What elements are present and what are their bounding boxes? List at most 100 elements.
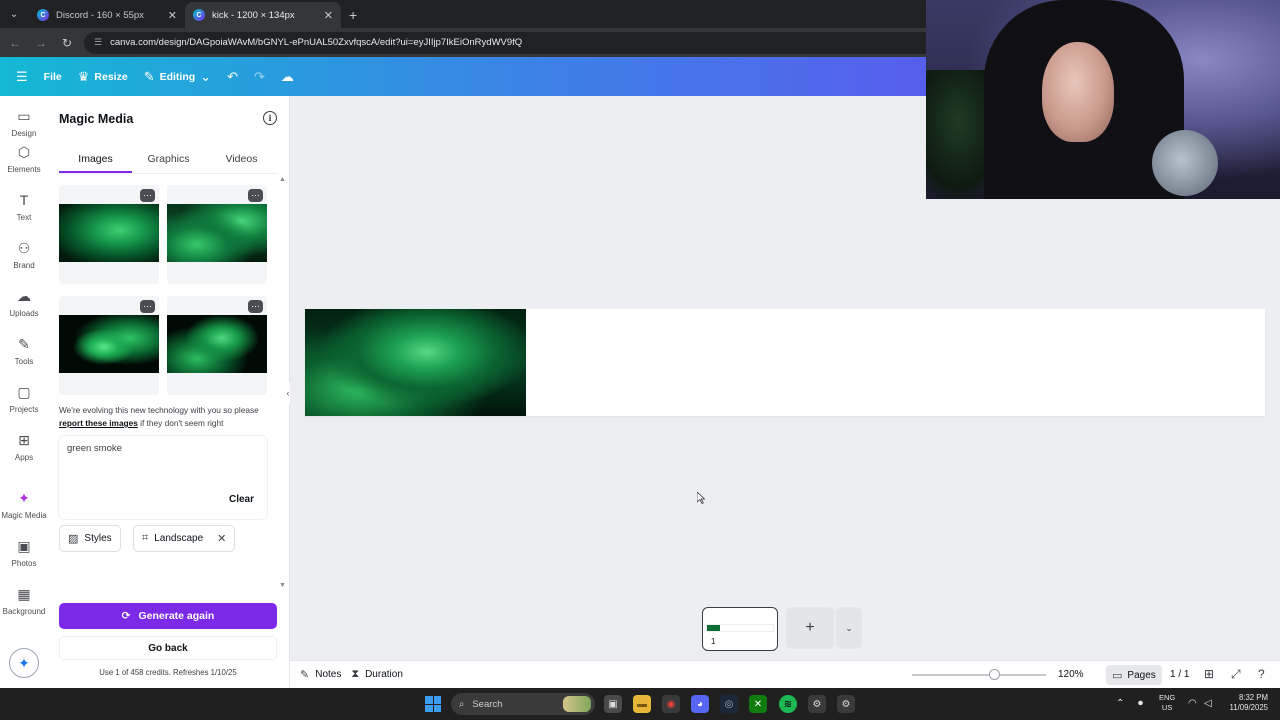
go-back-button[interactable]: Go back	[59, 636, 277, 660]
tab-images[interactable]: Images	[59, 146, 132, 173]
taskbar-search[interactable]: ⌕ Search	[451, 693, 595, 715]
browser-tab-discord[interactable]: C Discord - 160 × 55px ✕	[29, 2, 185, 28]
back-arrow-icon[interactable]: ←	[4, 36, 26, 50]
tab-search-chevron-icon[interactable]: ⌄	[3, 3, 25, 25]
rail-item-projects[interactable]: ▢ Projects	[0, 384, 48, 414]
styles-button[interactable]: ▨ Styles	[59, 525, 121, 552]
settings-gear-icon[interactable]: ⚙	[837, 695, 855, 713]
more-options-icon[interactable]: …	[140, 300, 155, 313]
site-info-icon[interactable]: ☰	[94, 37, 102, 48]
aspect-ratio-chip[interactable]: ⌗ Landscape ✕	[133, 525, 236, 552]
rail-item-magic-media[interactable]: ✦ Magic Media	[0, 490, 48, 520]
report-images-link[interactable]: report these images	[59, 418, 138, 428]
green-smoke-image[interactable]	[305, 309, 526, 416]
rail-item-background[interactable]: ▦ Background	[0, 586, 48, 616]
rail-item-brand[interactable]: ⚇ Brand	[0, 240, 48, 270]
add-page-plus-icon[interactable]: +	[786, 607, 834, 649]
input-language[interactable]: ENG US	[1159, 693, 1175, 713]
rail-item-label: Magic Media	[1, 511, 47, 520]
notes-label: Notes	[315, 669, 342, 680]
taskbar-clock[interactable]: 8:32 PM 11/09/2025	[1224, 693, 1268, 713]
xbox-icon[interactable]: ✕	[749, 695, 767, 713]
generated-image-3[interactable]: …	[59, 296, 159, 395]
add-page-chevron-down-icon[interactable]: ⌄	[836, 607, 862, 649]
file-menu-button[interactable]: File	[44, 71, 62, 83]
help-icon[interactable]: ?	[1258, 667, 1265, 681]
canva-favicon-icon: C	[37, 9, 49, 21]
scroll-down-arrow-icon[interactable]: ▼	[279, 582, 286, 589]
show-hidden-icons-chevron-up-icon[interactable]: ⌃	[1116, 698, 1124, 709]
clear-prompt-button[interactable]: Clear	[229, 494, 254, 505]
prompt-text: green smoke	[67, 443, 122, 454]
generate-again-button[interactable]: ⟳ Generate again	[59, 603, 277, 629]
crown-icon: ♛	[77, 68, 90, 84]
generated-image-4[interactable]: …	[167, 296, 267, 395]
notice-text: We're evolving this new technology with …	[59, 405, 259, 415]
grid-view-icon[interactable]: ⊞	[1204, 667, 1214, 681]
spotify-icon[interactable]: ≋	[779, 695, 797, 713]
refresh-icon: ⟳	[121, 610, 131, 622]
aspect-label: Landscape	[154, 533, 204, 544]
steam-icon[interactable]: ◎	[720, 695, 738, 713]
rail-item-label: Tools	[14, 357, 34, 366]
close-tab-icon[interactable]: ✕	[168, 9, 177, 22]
rail-item-design[interactable]: ▭ Design	[0, 108, 48, 138]
zoom-level[interactable]: 120%	[1058, 669, 1084, 680]
browser-tab-kick[interactable]: C kick - 1200 × 134px ✕	[185, 2, 341, 28]
design-page[interactable]	[305, 309, 1265, 416]
volume-icon[interactable]: ◁	[1204, 698, 1212, 709]
info-icon[interactable]: i	[263, 111, 277, 125]
prompt-textarea[interactable]: green smoke Clear	[59, 436, 267, 519]
tab-graphics[interactable]: Graphics	[132, 146, 205, 173]
generated-image-1[interactable]: …	[59, 185, 159, 284]
zoom-slider[interactable]	[912, 674, 1046, 676]
page-thumbnail-preview	[706, 624, 774, 632]
reload-icon[interactable]: ↻	[56, 36, 78, 50]
notes-button[interactable]: ✎ Notes	[300, 668, 341, 681]
new-tab-plus-icon[interactable]: +	[349, 7, 357, 23]
page-thumbnail-1[interactable]: 1	[702, 607, 778, 651]
remove-aspect-close-icon[interactable]: ✕	[217, 532, 226, 545]
zoom-slider-handle[interactable]	[989, 669, 1000, 680]
forward-arrow-icon[interactable]: →	[30, 36, 52, 50]
cloud-saved-icon[interactable]: ☁	[281, 69, 294, 85]
file-explorer-icon[interactable]: ▬	[633, 695, 651, 713]
scroll-up-arrow-icon[interactable]: ▲	[279, 176, 286, 183]
more-options-icon[interactable]: …	[140, 189, 155, 202]
editing-mode-button[interactable]: ✎ Editing ⌄	[144, 69, 211, 85]
generated-image-2[interactable]: …	[167, 185, 267, 284]
chrome-icon[interactable]: ◉	[662, 695, 680, 713]
discord-icon[interactable]: ◕	[691, 695, 709, 713]
rail-item-tools[interactable]: ✎ Tools	[0, 336, 48, 366]
microphone-icon[interactable]: ⏺	[1138, 698, 1143, 709]
tab-videos[interactable]: Videos	[205, 146, 278, 173]
windows-start-icon[interactable]	[425, 696, 441, 712]
brand-icon: ⚇	[17, 240, 31, 256]
task-view-icon[interactable]: ▣	[604, 695, 622, 713]
fullscreen-icon[interactable]: ⤢	[1231, 667, 1241, 682]
rail-item-photos[interactable]: ▣ Photos	[0, 538, 48, 568]
folder-icon: ▢	[17, 384, 31, 400]
search-icon: ⌕	[459, 698, 465, 710]
resize-button[interactable]: ♛ Resize	[78, 69, 128, 85]
close-tab-icon[interactable]: ✕	[324, 9, 333, 22]
lang-code: ENG	[1159, 693, 1176, 702]
rail-item-text[interactable]: T Text	[0, 192, 48, 222]
rail-item-uploads[interactable]: ☁ Uploads	[0, 288, 48, 318]
rail-item-elements[interactable]: ⬡ Elements	[0, 144, 48, 174]
browser-tab-title: kick - 1200 × 134px	[212, 9, 295, 21]
undo-icon[interactable]: ↶	[227, 69, 238, 85]
more-options-icon[interactable]: …	[248, 189, 263, 202]
redo-icon[interactable]: ↷	[254, 69, 265, 85]
app-tray-icon[interactable]: ⚙	[808, 695, 826, 713]
duration-label: Duration	[365, 669, 403, 680]
pages-button[interactable]: ▭ Pages	[1106, 665, 1162, 685]
magic-assistant-sparkle-icon[interactable]: ✦	[9, 648, 39, 678]
rail-item-label: Projects	[9, 405, 39, 414]
wifi-icon[interactable]: ◠	[1188, 698, 1197, 709]
menu-hamburger-icon[interactable]: ☰	[16, 69, 28, 85]
rail-item-label: Design	[11, 129, 37, 138]
rail-item-apps[interactable]: ⊞ Apps	[0, 432, 48, 462]
more-options-icon[interactable]: …	[248, 300, 263, 313]
duration-button[interactable]: ⧗ Duration	[351, 668, 403, 681]
